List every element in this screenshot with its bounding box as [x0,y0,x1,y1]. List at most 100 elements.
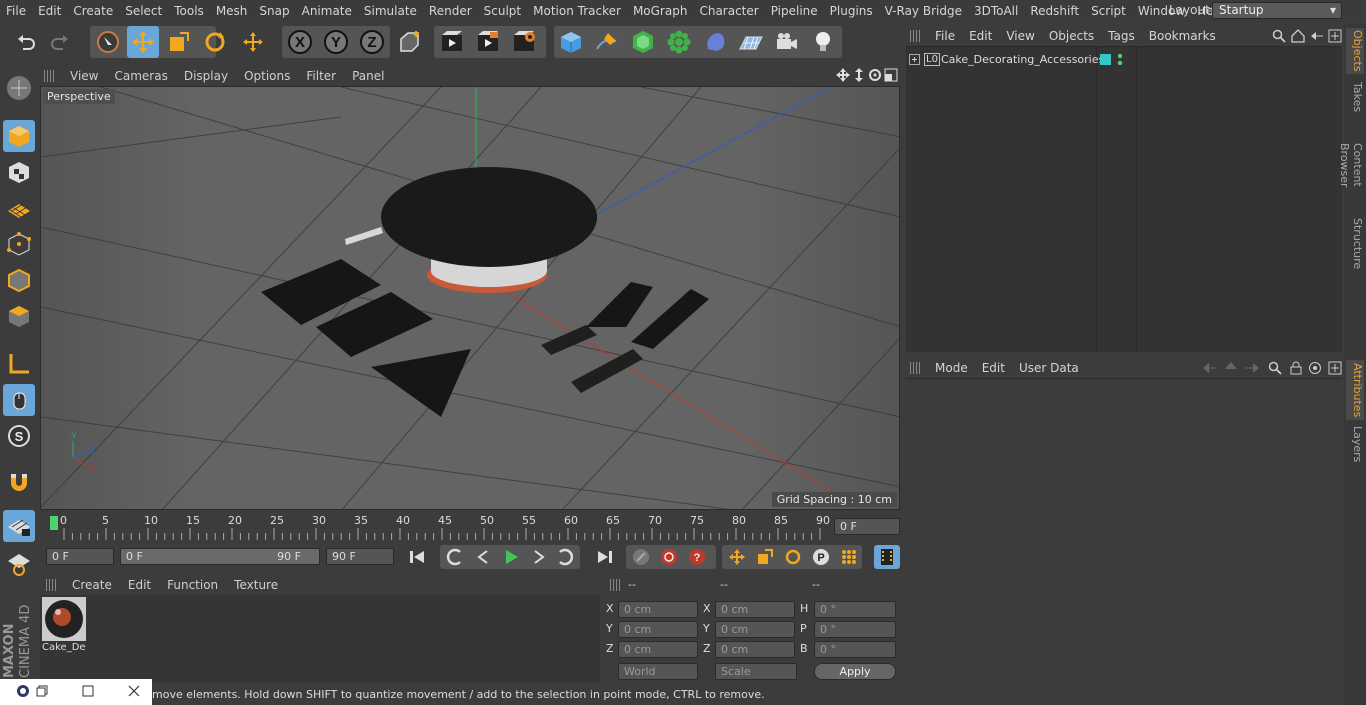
layer-color-tag[interactable] [1100,54,1111,65]
workplane-mode-icon[interactable] [3,192,35,224]
visibility-dots-icon[interactable] [1117,53,1123,70]
auto-keying-icon[interactable] [656,545,682,569]
object-new-window-icon[interactable] [1328,29,1342,46]
tab-content-browser[interactable]: Content Browser [1338,120,1364,210]
object-menu-edit[interactable]: Edit [962,29,999,43]
restore-window-icon[interactable] [36,685,48,700]
subdivision-surface-icon[interactable] [627,26,659,58]
menu-character[interactable]: Character [693,4,764,18]
material-menu-texture[interactable]: Texture [226,578,286,592]
tweak-mode-icon[interactable] [3,384,35,416]
x-axis-lock-icon[interactable]: X [284,26,316,58]
menu-3dtoall[interactable]: 3DToAll [968,4,1024,18]
undo-button[interactable] [10,26,42,58]
perspective-viewport[interactable]: Y Z X Perspective Grid Spacing : 10 cm [40,86,900,510]
menu-mograph[interactable]: MoGraph [627,4,694,18]
points-mode-icon[interactable] [3,228,35,260]
current-frame-field[interactable]: 0 F [834,518,900,535]
menu-file[interactable]: File [0,4,32,18]
coord-value-field[interactable]: 0 cm [715,621,795,638]
material-swatch[interactable]: Cake_De [42,597,86,655]
apply-button[interactable]: Apply [814,663,896,680]
key-rotation-icon[interactable] [780,545,806,569]
menu-plugins[interactable]: Plugins [824,4,879,18]
material-menu-edit[interactable]: Edit [120,578,159,592]
scale-tool-icon[interactable] [163,26,195,58]
coord-value-field[interactable]: 0 ° [814,641,896,658]
z-axis-lock-icon[interactable]: Z [356,26,388,58]
object-name[interactable]: Cake_Decorating_Accessories [941,53,1104,66]
object-menu-objects[interactable]: Objects [1042,29,1101,43]
menu-motion-tracker[interactable]: Motion Tracker [527,4,627,18]
attr-target-icon[interactable] [1308,361,1322,378]
goto-start-icon[interactable] [402,545,432,569]
render-picture-viewer-icon[interactable] [472,26,504,58]
play-icon[interactable] [498,545,524,569]
viewport-menu-panel[interactable]: Panel [344,69,392,83]
menu-render[interactable]: Render [423,4,478,18]
material-menu-function[interactable]: Function [159,578,226,592]
attr-menu-user-data[interactable]: User Data [1012,361,1086,375]
floor-icon[interactable] [735,26,767,58]
live-selection-icon[interactable] [92,26,124,58]
object-menu-file[interactable]: File [928,29,962,43]
coord-space-select[interactable]: World [618,663,698,680]
cloner-icon[interactable] [663,26,695,58]
object-back-icon[interactable] [1310,29,1324,46]
coord-mode-select[interactable]: Scale [715,663,797,680]
coord-value-field[interactable]: 0 cm [618,641,698,658]
menu-select[interactable]: Select [119,4,168,18]
timeline-window-icon[interactable] [874,545,900,569]
material-menu-create[interactable]: Create [64,578,120,592]
coord-value-field[interactable]: 0 cm [618,621,698,638]
texture-mode-icon[interactable] [3,156,35,188]
min-time-field[interactable]: 0 F [46,548,114,565]
cube-primitive-icon[interactable] [555,26,587,58]
object-home-icon[interactable] [1291,29,1305,46]
redo-button[interactable] [44,26,76,58]
viewport-rotate-icon[interactable] [868,68,882,85]
close-window-icon[interactable] [128,685,140,700]
render-view-icon[interactable] [436,26,468,58]
menu-redshift[interactable]: Redshift [1024,4,1085,18]
axis-mode-icon[interactable] [3,348,35,380]
preview-range-slider[interactable]: 0 F 90 F [120,548,320,565]
viewport-maximize-icon[interactable] [884,68,898,85]
viewport-menu-options[interactable]: Options [236,69,298,83]
timeline-ruler[interactable] [50,516,822,540]
pen-spline-icon[interactable] [591,26,623,58]
render-settings-icon[interactable] [508,26,540,58]
next-key-icon[interactable] [552,545,578,569]
timeline-playhead[interactable] [50,516,58,530]
key-scale-icon[interactable] [752,545,778,569]
transform-tool-icon[interactable] [237,26,269,58]
menu-v-ray-bridge[interactable]: V-Ray Bridge [879,4,968,18]
coord-value-field[interactable]: 0 cm [618,601,698,618]
next-frame-icon[interactable] [526,545,552,569]
key-pla-icon[interactable] [836,545,862,569]
tab-attributes[interactable]: Attributes [1346,360,1364,420]
app-icon[interactable] [16,684,30,701]
attr-lock-icon[interactable] [1290,361,1302,378]
menu-sculpt[interactable]: Sculpt [478,4,527,18]
model-mode-icon[interactable] [3,120,35,152]
prev-frame-icon[interactable] [470,545,496,569]
menu-simulate[interactable]: Simulate [358,4,423,18]
tab-takes[interactable]: Takes [1346,80,1364,114]
prev-key-icon[interactable] [442,545,468,569]
quantize-icon[interactable] [3,548,35,580]
max-time-field[interactable]: 90 F [326,548,394,565]
viewport-menu-filter[interactable]: Filter [298,69,344,83]
viewport-move-icon[interactable] [836,68,850,85]
attr-up-arrow-icon[interactable] [1224,361,1238,378]
keyframe-selection-icon[interactable]: ? [684,545,710,569]
key-parameter-icon[interactable]: P [808,545,834,569]
object-menu-tags[interactable]: Tags [1101,29,1142,43]
object-menu-view[interactable]: View [999,29,1041,43]
move-tool-icon[interactable] [127,26,159,58]
menu-snap[interactable]: Snap [253,4,295,18]
tab-structure[interactable]: Structure [1346,218,1364,270]
menu-pipeline[interactable]: Pipeline [765,4,824,18]
workplane-lock-icon[interactable] [3,510,35,542]
viewport-menu-cameras[interactable]: Cameras [106,69,175,83]
